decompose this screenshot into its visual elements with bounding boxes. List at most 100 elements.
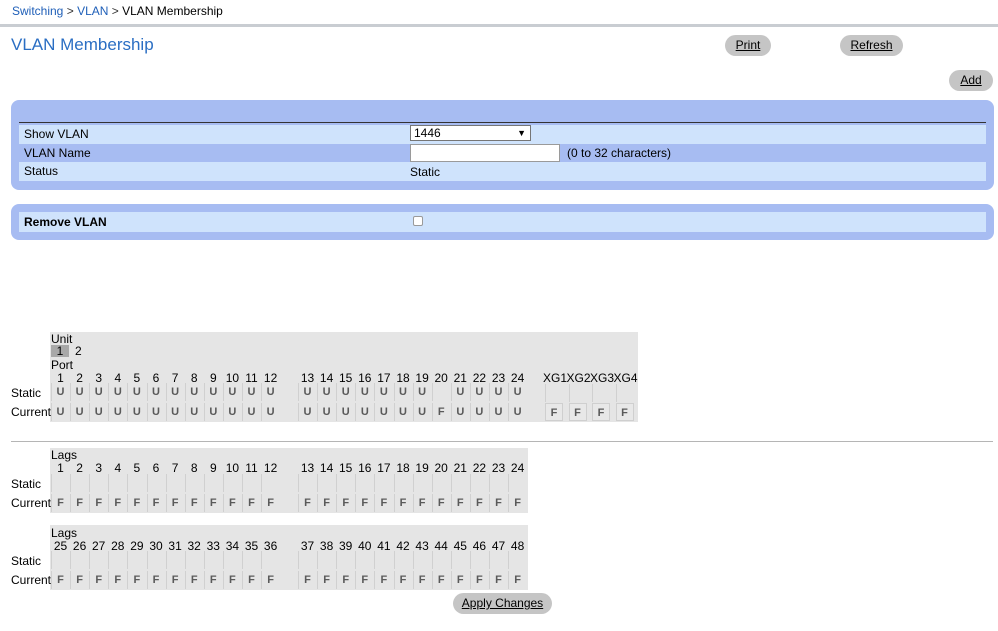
- lag-current-cell[interactable]: F: [489, 494, 507, 512]
- lag-static-cell[interactable]: [469, 474, 488, 492]
- port-static-cell[interactable]: U: [184, 383, 203, 401]
- lag-static-cell[interactable]: [184, 551, 203, 569]
- lag-static-cell[interactable]: [450, 551, 469, 569]
- port-static-cell[interactable]: U: [469, 383, 488, 401]
- port-current-cell[interactable]: U: [393, 403, 412, 421]
- lag-static-cell[interactable]: [355, 551, 373, 569]
- lag-static-cell[interactable]: [412, 474, 431, 492]
- lag-current-cell[interactable]: F: [393, 494, 412, 512]
- lag-current-cell[interactable]: F: [108, 494, 126, 512]
- lag-current-cell[interactable]: F: [70, 494, 88, 512]
- port-static-cell[interactable]: U: [165, 383, 184, 401]
- port-current-cell[interactable]: U: [469, 403, 488, 421]
- lag-current-cell[interactable]: F: [508, 494, 526, 512]
- lag-current-cell[interactable]: F: [184, 494, 203, 512]
- port-current-cell[interactable]: U: [184, 403, 203, 421]
- port-static-cell[interactable]: U: [146, 383, 165, 401]
- lag-current-cell[interactable]: F: [469, 494, 488, 512]
- lag-static-cell[interactable]: [242, 474, 260, 492]
- port-current-cell[interactable]: U: [355, 403, 373, 421]
- lag-static-cell[interactable]: [431, 474, 450, 492]
- remove-vlan-checkbox[interactable]: [413, 216, 423, 226]
- port-static-cell[interactable]: U: [108, 383, 126, 401]
- lag-static-cell[interactable]: [336, 551, 354, 569]
- lag-current-cell[interactable]: F: [203, 571, 222, 589]
- lag-static-cell[interactable]: [89, 551, 107, 569]
- port-static-cell[interactable]: U: [355, 383, 373, 401]
- lag-current-cell[interactable]: F: [51, 571, 69, 589]
- port-static-cell[interactable]: U: [508, 383, 526, 401]
- lag-current-cell[interactable]: F: [355, 571, 373, 589]
- xg-port-current-cell[interactable]: F: [568, 403, 587, 421]
- xg-port-static-cell[interactable]: [545, 384, 563, 402]
- lag-static-cell[interactable]: [203, 551, 222, 569]
- port-static-cell[interactable]: U: [127, 383, 145, 401]
- lag-static-cell[interactable]: [146, 551, 165, 569]
- port-current-cell[interactable]: U: [317, 403, 335, 421]
- lag-static-cell[interactable]: [298, 551, 316, 569]
- xg-port-static-cell[interactable]: [615, 384, 634, 402]
- lag-static-cell[interactable]: [374, 551, 392, 569]
- xg-port-current-cell[interactable]: F: [545, 403, 563, 421]
- lag-static-cell[interactable]: [412, 551, 431, 569]
- lag-static-cell[interactable]: [222, 551, 241, 569]
- lag-current-cell[interactable]: F: [146, 571, 165, 589]
- breadcrumb-switching-link[interactable]: Switching: [12, 4, 63, 18]
- add-button[interactable]: Add: [949, 70, 993, 91]
- port-current-cell[interactable]: U: [298, 403, 316, 421]
- lag-static-cell[interactable]: [89, 474, 107, 492]
- vlan-name-input[interactable]: [410, 144, 560, 162]
- port-static-cell[interactable]: U: [336, 383, 354, 401]
- apply-changes-button[interactable]: Apply Changes: [453, 593, 552, 614]
- breadcrumb-vlan-link[interactable]: VLAN: [77, 4, 108, 18]
- port-current-cell[interactable]: U: [146, 403, 165, 421]
- lag-static-cell[interactable]: [127, 474, 145, 492]
- lag-current-cell[interactable]: F: [412, 571, 431, 589]
- lag-static-cell[interactable]: [508, 551, 526, 569]
- port-current-cell[interactable]: U: [165, 403, 184, 421]
- lag-current-cell[interactable]: F: [203, 494, 222, 512]
- lag-static-cell[interactable]: [298, 474, 316, 492]
- lag-static-cell[interactable]: [317, 551, 335, 569]
- lag-static-cell[interactable]: [317, 474, 335, 492]
- show-vlan-select[interactable]: 1446 ▼: [410, 125, 531, 141]
- xg-port-current-cell[interactable]: F: [592, 403, 610, 421]
- lag-current-cell[interactable]: F: [469, 571, 488, 589]
- port-current-cell[interactable]: U: [242, 403, 260, 421]
- lag-current-cell[interactable]: F: [298, 494, 316, 512]
- lag-static-cell[interactable]: [489, 474, 507, 492]
- port-current-cell[interactable]: U: [127, 403, 145, 421]
- lag-current-cell[interactable]: F: [127, 571, 145, 589]
- port-current-cell[interactable]: U: [336, 403, 354, 421]
- port-current-cell[interactable]: U: [261, 403, 279, 421]
- port-static-cell[interactable]: U: [450, 383, 469, 401]
- port-current-cell[interactable]: U: [374, 403, 392, 421]
- lag-static-cell[interactable]: [70, 474, 88, 492]
- lag-current-cell[interactable]: F: [242, 494, 260, 512]
- lag-static-cell[interactable]: [165, 551, 184, 569]
- lag-current-cell[interactable]: F: [431, 494, 450, 512]
- lag-current-cell[interactable]: F: [431, 571, 450, 589]
- xg-port-static-cell[interactable]: [568, 384, 587, 402]
- lag-static-cell[interactable]: [146, 474, 165, 492]
- lag-current-cell[interactable]: F: [261, 571, 279, 589]
- port-static-cell[interactable]: U: [203, 383, 222, 401]
- port-static-cell[interactable]: U: [298, 383, 316, 401]
- port-current-cell[interactable]: U: [70, 403, 88, 421]
- lag-static-cell[interactable]: [336, 474, 354, 492]
- lag-static-cell[interactable]: [242, 551, 260, 569]
- port-static-cell[interactable]: U: [261, 383, 279, 401]
- lag-current-cell[interactable]: F: [261, 494, 279, 512]
- lag-current-cell[interactable]: F: [317, 494, 335, 512]
- lag-current-cell[interactable]: F: [165, 494, 184, 512]
- xg-port-static-cell[interactable]: [592, 384, 610, 402]
- lag-static-cell[interactable]: [355, 474, 373, 492]
- port-current-cell[interactable]: U: [489, 403, 507, 421]
- port-static-cell[interactable]: U: [242, 383, 260, 401]
- lag-current-cell[interactable]: F: [393, 571, 412, 589]
- lag-current-cell[interactable]: F: [450, 494, 469, 512]
- lag-static-cell[interactable]: [261, 474, 279, 492]
- port-current-cell[interactable]: U: [108, 403, 126, 421]
- port-current-cell[interactable]: U: [412, 403, 431, 421]
- port-current-cell[interactable]: F: [431, 403, 450, 421]
